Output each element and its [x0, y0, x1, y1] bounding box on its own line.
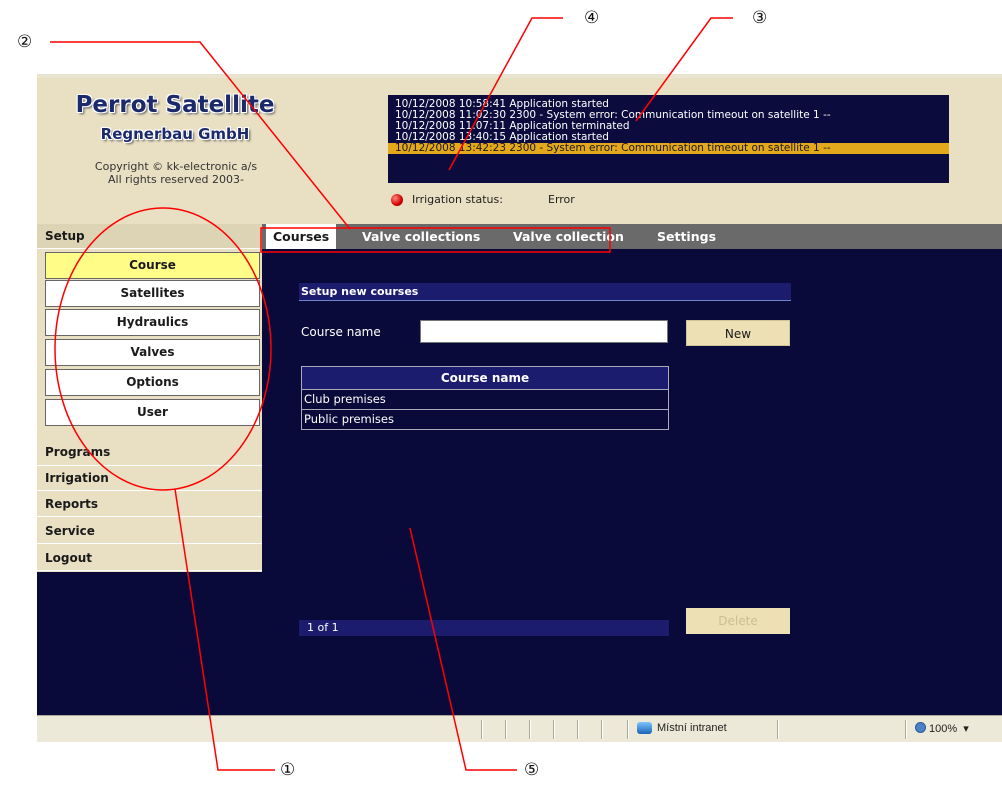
callout-line-5 [409, 527, 517, 771]
callout-line-2 [50, 41, 351, 230]
callout-number-5: ⑤ [524, 760, 540, 780]
callout-ellipse-menu [54, 207, 272, 491]
callout-line-3 [635, 17, 733, 122]
callout-number-3: ③ [752, 8, 768, 28]
callout-overlay [50, 17, 733, 771]
callout-number-4: ④ [584, 8, 600, 28]
callout-number-1: ① [280, 760, 296, 780]
callout-line-4 [448, 17, 563, 171]
callout-box-tabs [260, 227, 611, 253]
callout-number-2: ② [17, 32, 33, 52]
callout-line-1 [174, 488, 275, 771]
